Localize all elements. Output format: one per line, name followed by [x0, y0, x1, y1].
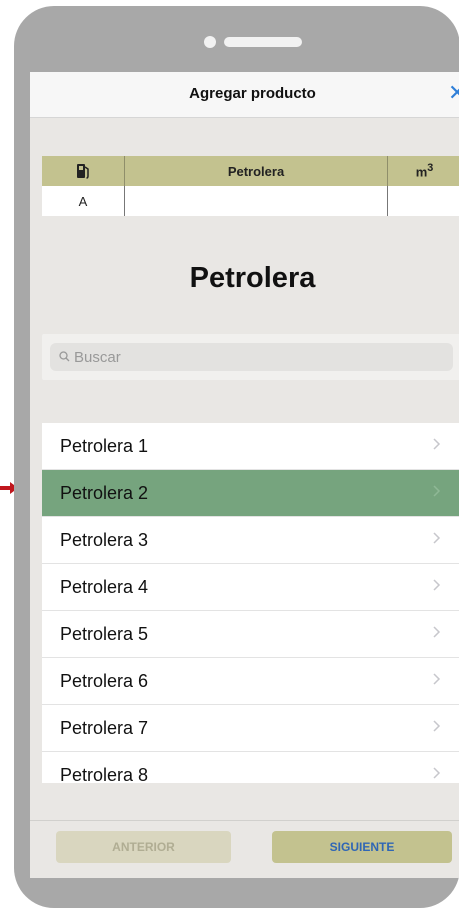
fuel-pump-icon — [76, 163, 90, 179]
search-icon — [59, 351, 70, 362]
next-button[interactable]: SIGUIENTE — [272, 831, 452, 863]
app-screen: Agregar producto ✕ Petrolera m3 A — [30, 72, 459, 878]
table-header-row: Petrolera m3 — [42, 156, 459, 186]
chevron-right-icon — [433, 437, 441, 451]
summary-table: Petrolera m3 A — [42, 156, 459, 216]
chevron-right-icon — [433, 484, 441, 498]
chevron-right-icon — [433, 672, 441, 686]
fuel-pump-header — [42, 156, 125, 186]
list-item[interactable]: Petrolera 8 — [42, 752, 459, 783]
phone-frame: Agregar producto ✕ Petrolera m3 A — [14, 6, 459, 908]
list-item-label: Petrolera 1 — [60, 436, 148, 457]
list-item-label: Petrolera 8 — [60, 765, 148, 784]
table-header-cell: m3 — [388, 156, 459, 186]
table-row: A — [42, 186, 459, 216]
nav-bar: Agregar producto ✕ — [30, 72, 459, 118]
list-item[interactable]: Petrolera 6 — [42, 658, 459, 705]
list-item[interactable]: Petrolera 1 — [42, 423, 459, 470]
speaker-bar — [224, 37, 302, 47]
previous-button[interactable]: ANTERIOR — [56, 831, 231, 863]
list-item-label: Petrolera 5 — [60, 624, 148, 645]
table-cell: A — [42, 186, 125, 216]
list-item[interactable]: Petrolera 2 — [42, 470, 459, 517]
list-item-label: Petrolera 2 — [60, 483, 148, 504]
chevron-right-icon — [433, 578, 441, 592]
product-list: Petrolera 1 Petrolera 2 Petrolera 3 Petr… — [42, 423, 459, 783]
chevron-right-icon — [433, 719, 441, 733]
list-item[interactable]: Petrolera 7 — [42, 705, 459, 752]
list-item-label: Petrolera 6 — [60, 671, 148, 692]
bottom-toolbar: ANTERIOR SIGUIENTE — [30, 820, 459, 878]
chevron-right-icon — [433, 625, 441, 639]
list-item[interactable]: Petrolera 3 — [42, 517, 459, 564]
page-title: Agregar producto — [30, 85, 459, 102]
table-cell — [388, 186, 459, 216]
list-item-label: Petrolera 7 — [60, 718, 148, 739]
table-header-cell: Petrolera — [125, 156, 388, 186]
chevron-right-icon — [433, 766, 441, 780]
section-title: Petrolera — [30, 262, 459, 295]
list-item[interactable]: Petrolera 4 — [42, 564, 459, 611]
list-item-label: Petrolera 3 — [60, 530, 148, 551]
list-item-label: Petrolera 4 — [60, 577, 148, 598]
search-input[interactable] — [50, 343, 453, 371]
search-bar — [42, 334, 459, 380]
chevron-right-icon — [433, 531, 441, 545]
close-icon[interactable]: ✕ — [448, 80, 459, 106]
list-item[interactable]: Petrolera 5 — [42, 611, 459, 658]
table-cell — [125, 186, 388, 216]
camera-dot — [204, 36, 216, 48]
